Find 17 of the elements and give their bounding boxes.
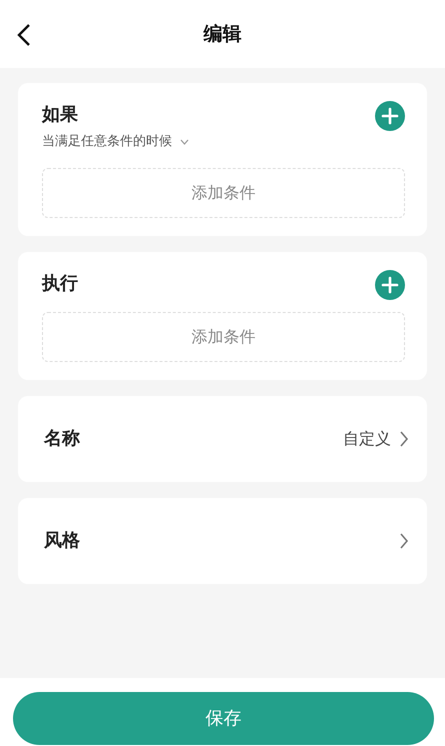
add-button[interactable] [375, 270, 405, 300]
add-button[interactable] [375, 101, 405, 131]
setting-label: 风格 [44, 529, 80, 553]
add-condition-slot[interactable]: 添加条件 [42, 168, 405, 218]
back-icon [16, 22, 32, 47]
chevron-right-icon [399, 532, 409, 548]
setting-row[interactable]: 风格 [18, 498, 427, 584]
section-title: 如果 [42, 103, 79, 127]
add-condition-slot[interactable]: 添加条件 [42, 312, 405, 362]
setting-row[interactable]: 名称 自定义 [18, 396, 427, 482]
setting-value: 自定义 [343, 428, 391, 450]
chevron-down-icon[interactable] [180, 138, 189, 145]
chevron-right-icon [399, 430, 409, 446]
section-title: 执行 [42, 272, 78, 296]
page-title: 编辑 [204, 22, 242, 47]
condition-dropdown[interactable]: 当满足任意条件的时候 [42, 132, 172, 152]
setting-label: 名称 [44, 427, 80, 451]
